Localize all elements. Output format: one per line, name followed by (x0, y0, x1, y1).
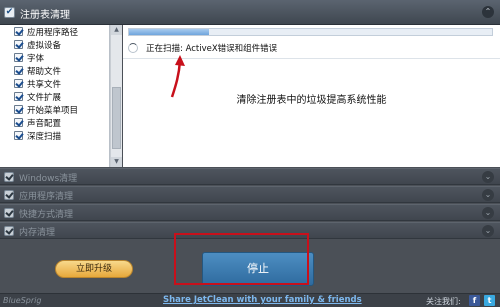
list-item-label: 帮助文件 (27, 66, 62, 77)
brand-logo: BlueSprig (3, 296, 42, 305)
list-item-label: 开始菜单项目 (27, 105, 79, 116)
list-item-label: 应用程序路径 (27, 27, 79, 38)
registry-items-list: 应用程序路径 虚拟设备 字体 帮助文件 共享文件 文件扩展 开始菜单项目 声音配… (0, 25, 110, 167)
checkbox-icon[interactable] (14, 105, 23, 114)
registry-cleanup-header[interactable]: ✔ 注册表清理 ⌃ (0, 0, 500, 25)
checkbox-icon[interactable] (14, 40, 23, 49)
list-item-label: 声音配置 (27, 118, 62, 129)
checkbox-icon[interactable] (14, 131, 23, 140)
list-scrollbar[interactable]: ▲ ▼ (110, 25, 122, 167)
scan-content-panel: 正在扫描: ActiveX错误和组件错误 清除注册表中的垃圾提高系统性能 (123, 25, 500, 167)
section-check-icon[interactable] (4, 208, 14, 218)
list-item[interactable]: 虚拟设备 (0, 38, 109, 51)
expand-arrow-icon[interactable]: ⌄ (482, 171, 494, 183)
expand-arrow-icon[interactable]: ⌄ (482, 207, 494, 219)
section-check-icon[interactable]: ✔ (4, 7, 15, 18)
list-item[interactable]: 共享文件 (0, 77, 109, 90)
twitter-icon[interactable]: t (484, 295, 495, 306)
list-item-label: 字体 (27, 53, 45, 64)
list-item[interactable]: 帮助文件 (0, 64, 109, 77)
scroll-down-icon[interactable]: ▼ (111, 157, 122, 167)
expand-arrow-icon[interactable]: ⌄ (482, 189, 494, 201)
checkbox-icon[interactable] (14, 79, 23, 88)
scroll-up-icon[interactable]: ▲ (111, 25, 122, 35)
upgrade-button[interactable]: 立即升级 (55, 260, 133, 278)
share-link[interactable]: Share JetClean with your family & friend… (163, 295, 362, 305)
list-item-label: 深度扫描 (27, 131, 62, 142)
scrollbar-thumb[interactable] (112, 87, 121, 149)
loading-spinner-icon (128, 43, 138, 53)
list-item[interactable]: 深度扫描 (0, 129, 109, 142)
facebook-icon[interactable]: f (469, 295, 480, 306)
section-windows-cleanup[interactable]: Windows清理 ⌄ (0, 168, 500, 185)
section-check-icon[interactable] (4, 226, 14, 236)
scan-description: 清除注册表中的垃圾提高系统性能 (236, 95, 387, 106)
list-item[interactable]: 字体 (0, 51, 109, 64)
checkbox-icon[interactable] (14, 53, 23, 62)
section-shortcut-cleanup[interactable]: 快捷方式清理 ⌄ (0, 204, 500, 221)
list-item-label: 共享文件 (27, 79, 62, 90)
expand-arrow-icon[interactable]: ⌄ (482, 225, 494, 237)
footer: BlueSprig Share JetClean with your famil… (0, 293, 500, 307)
list-item-label: 文件扩展 (27, 92, 62, 103)
section-title: 快捷方式清理 (19, 210, 74, 220)
section-title: Windows清理 (19, 174, 78, 184)
progress-fill (129, 29, 209, 35)
red-annotation-box (174, 233, 309, 285)
checkbox-icon[interactable] (14, 27, 23, 36)
list-item[interactable]: 应用程序路径 (0, 25, 109, 38)
list-item[interactable]: 文件扩展 (0, 90, 109, 103)
checkbox-icon[interactable] (14, 118, 23, 127)
collapse-arrow-icon[interactable]: ⌃ (482, 6, 494, 18)
section-check-icon[interactable] (4, 172, 14, 182)
checkbox-icon[interactable] (14, 66, 23, 75)
list-item-label: 虚拟设备 (27, 40, 62, 51)
follow-us-label: 关注我们: (426, 297, 461, 306)
section-check-icon[interactable] (4, 190, 14, 200)
section-title: 应用程序清理 (19, 192, 74, 202)
section-title: 内存清理 (19, 228, 56, 238)
scan-progress-bar (128, 28, 493, 36)
list-item[interactable]: 开始菜单项目 (0, 103, 109, 116)
list-item[interactable]: 声音配置 (0, 116, 109, 129)
section-app-cleanup[interactable]: 应用程序清理 ⌄ (0, 186, 500, 203)
checkbox-icon[interactable] (14, 92, 23, 101)
section-title: 注册表清理 (20, 10, 70, 21)
scan-status-text: 正在扫描: ActiveX错误和组件错误 (146, 44, 278, 54)
